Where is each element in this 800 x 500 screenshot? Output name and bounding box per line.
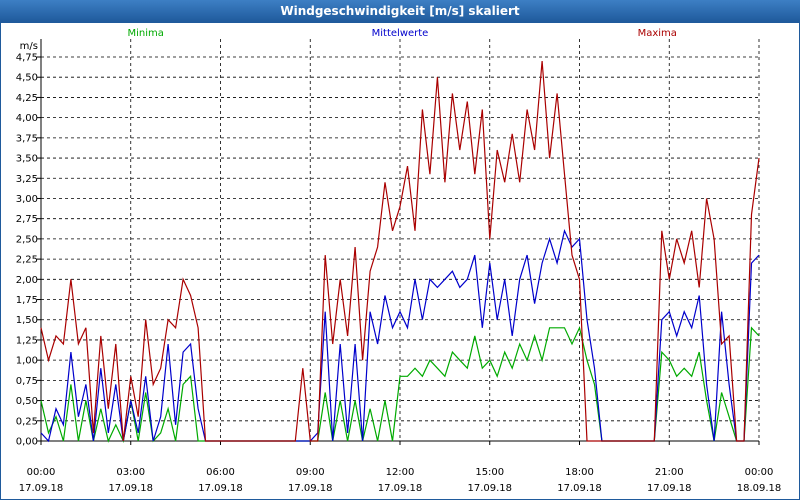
y-tick-label: 2,25 <box>16 255 38 266</box>
y-tick-label: 1,75 <box>16 295 38 306</box>
x-tick-time: 03:00 <box>116 467 145 478</box>
y-axis-label: m/s <box>20 41 38 52</box>
chart-title: Windgeschwindigkeit [m/s] skaliert <box>280 4 520 18</box>
y-tick-label: 3,50 <box>16 154 38 165</box>
y-tick-label: 4,75 <box>16 53 38 64</box>
wind-speed-chart: 0,00 0,25 0,50 0,75 1,00 1,25 1,50 1,75 2,00 2,25… <box>16 28 782 494</box>
x-tick-time: 06:00 <box>206 467 235 478</box>
y-tick-label: 3,25 <box>16 174 38 185</box>
y-tick-label: 1,25 <box>16 335 38 346</box>
legend-mittelwerte: Mittelwerte <box>372 28 429 39</box>
y-tick-label: 0,50 <box>16 396 38 407</box>
y-tick-label: 3,75 <box>16 133 38 144</box>
y-tick-label: 4,25 <box>16 93 38 104</box>
x-tick-date: 17.09.18 <box>198 483 243 494</box>
x-tick-time: 00:00 <box>27 467 56 478</box>
y-tick-label: 0,00 <box>16 437 38 448</box>
x-tick-date: 17.09.18 <box>288 483 333 494</box>
y-tick-label: 4,50 <box>16 73 38 84</box>
y-tick-label: 2,75 <box>16 214 38 225</box>
x-tick-date: 17.09.18 <box>557 483 602 494</box>
x-tick-time: 12:00 <box>386 467 415 478</box>
x-tick-date: 17.09.18 <box>19 483 64 494</box>
x-tick-time: 00:00 <box>745 467 774 478</box>
y-tick-label: 4,00 <box>16 113 38 124</box>
x-tick-date: 17.09.18 <box>378 483 423 494</box>
legend-maxima: Maxima <box>638 28 677 39</box>
x-tick-date: 17.09.18 <box>108 483 153 494</box>
x-tick-time: 18:00 <box>565 467 594 478</box>
y-tick-label: 1,50 <box>16 315 38 326</box>
legend-minima: Minima <box>128 28 164 39</box>
y-tick-label: 2,00 <box>16 275 38 286</box>
y-tick-label: 1,00 <box>16 356 38 367</box>
x-tick-date: 17.09.18 <box>647 483 692 494</box>
y-tick-label: 3,00 <box>16 194 38 205</box>
x-tick-date: 17.09.18 <box>467 483 512 494</box>
x-tick-time: 15:00 <box>475 467 504 478</box>
y-tick-label: 2,50 <box>16 234 38 245</box>
x-tick-date: 18.09.18 <box>737 483 782 494</box>
chart-frame: 0,00 0,25 0,50 0,75 1,00 1,25 1,50 1,75 2,00 2,25… <box>0 22 800 500</box>
y-tick-label: 0,75 <box>16 376 38 387</box>
x-tick-time: 09:00 <box>296 467 325 478</box>
window-title-bar: Windgeschwindigkeit [m/s] skaliert <box>0 0 800 22</box>
x-tick-time: 21:00 <box>655 467 684 478</box>
y-tick-label: 0,25 <box>16 416 38 427</box>
